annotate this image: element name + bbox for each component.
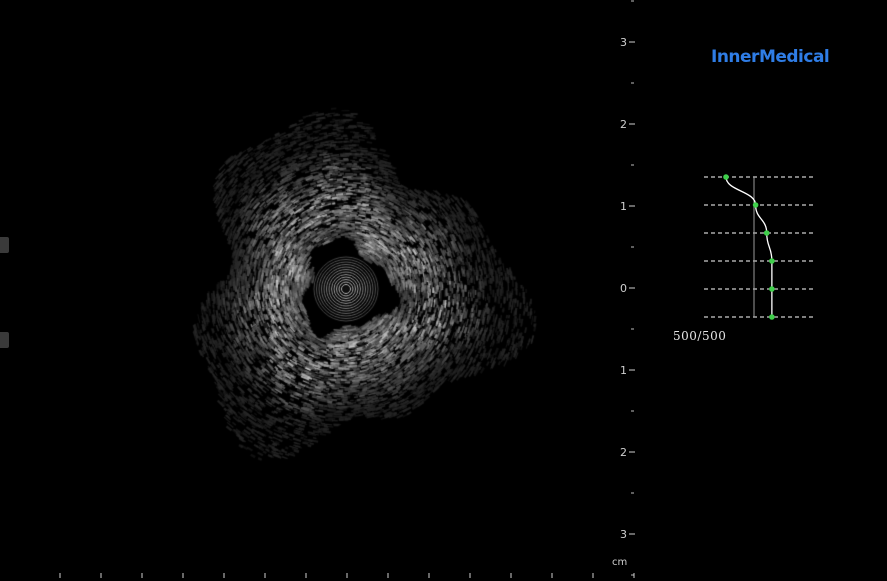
depth-label-bottom-3: 3 <box>620 528 627 541</box>
horizontal-ruler <box>59 573 635 578</box>
depth-label-bottom-2: 2 <box>620 446 627 459</box>
scale-unit-label: cm <box>612 557 628 568</box>
depth-label-zero: 0 <box>620 282 627 295</box>
tgc-curve-line <box>725 176 773 317</box>
frame-counter: 500/500 <box>673 329 727 343</box>
tgc-curve-panel[interactable] <box>704 174 815 320</box>
depth-label-top-1: 1 <box>620 200 627 213</box>
tgc-control-point <box>769 286 775 292</box>
depth-label-bottom-1: 1 <box>620 364 627 377</box>
brand-logo: InnerMedical <box>711 47 830 67</box>
tgc-control-point <box>763 230 770 236</box>
depth-scale <box>629 0 635 576</box>
depth-label-top-3: 3 <box>620 36 627 49</box>
tgc-control-point <box>769 258 775 264</box>
tgc-control-point <box>723 174 729 180</box>
tgc-control-point <box>769 314 775 320</box>
depth-label-top-2: 2 <box>620 118 627 131</box>
tgc-control-point <box>752 202 759 208</box>
overlay-graphics <box>59 0 815 578</box>
